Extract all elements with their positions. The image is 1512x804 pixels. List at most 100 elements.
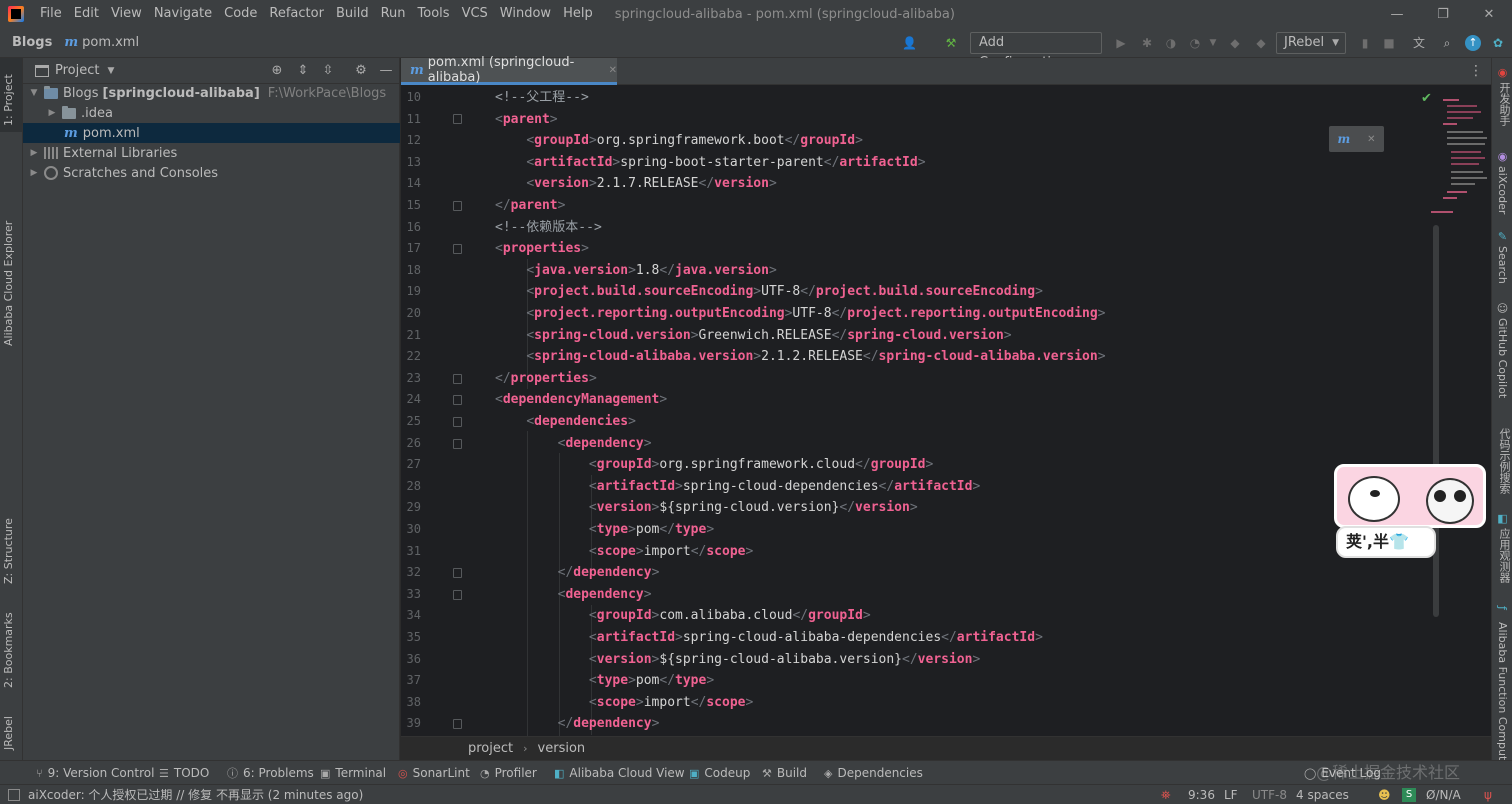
tree-item-blogs[interactable]: ▼ Blogs [springcloud-alibaba] F:\WorkPac…	[23, 83, 400, 103]
minimize-button[interactable]: —	[1374, 0, 1420, 28]
sync-status-icon[interactable]: S	[1402, 788, 1416, 802]
tool-tab-alibaba-cloud-explorer[interactable]: Alibaba Cloud Explorer	[2, 146, 15, 346]
tool-sonarlint[interactable]: ◎ SonarLint	[398, 761, 470, 785]
menu-edit[interactable]: Edit	[68, 0, 105, 28]
maven-reload-icon[interactable]: m	[1337, 132, 1350, 146]
tree-item-pom-xml[interactable]: m pom.xml	[23, 123, 400, 143]
tree-item-scratches[interactable]: ▶ Scratches and Consoles	[23, 163, 400, 183]
chevron-down-icon[interactable]: ▼	[1206, 36, 1220, 50]
intellij-logo-icon[interactable]	[8, 6, 24, 22]
maven-reload-popup[interactable]: m ✕	[1329, 126, 1384, 152]
code-minimap[interactable]	[1431, 95, 1489, 215]
debug-icon[interactable]: ✱	[1140, 36, 1154, 50]
menu-run[interactable]: Run	[375, 0, 412, 28]
tool-build[interactable]: ⚒ Build	[762, 761, 807, 785]
tool-tab-alibaba-function-compute[interactable]: Alibaba Function Compute	[1496, 622, 1509, 767]
chevron-right-icon[interactable]: ▶	[46, 108, 58, 118]
hide-panel-icon[interactable]: —	[378, 63, 394, 79]
menu-code[interactable]: Code	[218, 0, 263, 28]
menu-view[interactable]: View	[105, 0, 148, 28]
menu-help[interactable]: Help	[557, 0, 599, 28]
inspection-ok-icon[interactable]: ✔	[1421, 91, 1432, 106]
jrebel-run-icon[interactable]: ◆	[1228, 36, 1242, 50]
translate-icon[interactable]: 文	[1412, 36, 1426, 50]
run-icon[interactable]: ▶	[1114, 36, 1128, 50]
tool-tab-bookmarks[interactable]: 2: Bookmarks	[2, 598, 15, 688]
menu-build[interactable]: Build	[330, 0, 375, 28]
stop-all-icon[interactable]: ■	[1382, 36, 1396, 50]
close-popup-icon[interactable]: ✕	[1367, 134, 1375, 145]
tool-terminal[interactable]: ▣ Terminal	[320, 761, 386, 785]
tool-tab-code-sample-search[interactable]: 代码示例搜索	[1496, 428, 1512, 494]
fold-marker-icon[interactable]	[453, 590, 462, 600]
jrebel-selector[interactable]: JRebel ▼	[1276, 32, 1346, 54]
coverage-icon[interactable]: ◑	[1164, 36, 1178, 50]
fold-marker-icon[interactable]	[453, 114, 462, 124]
breadcrumb-file[interactable]: pom.xml	[82, 35, 139, 50]
fold-marker-icon[interactable]	[453, 374, 462, 384]
tool-codeup[interactable]: ▣ Codeup	[689, 761, 750, 785]
tool-tab-github-copilot[interactable]: GitHub Copilot	[1496, 318, 1509, 398]
breadcrumb-project[interactable]: Blogs	[12, 35, 52, 50]
collapse-all-icon[interactable]: ⇳	[320, 63, 336, 79]
close-tab-icon[interactable]: ✕	[609, 65, 617, 76]
chevron-down-icon[interactable]: ▼	[28, 88, 40, 98]
file-encoding[interactable]: UTF-8	[1252, 785, 1287, 804]
update-icon[interactable]: ↑	[1465, 35, 1481, 51]
tool-profiler[interactable]: ◔ Profiler	[480, 761, 537, 785]
tree-item-idea[interactable]: ▶ .idea	[23, 103, 400, 123]
readonly-status[interactable]: Ø/N/A	[1426, 785, 1461, 804]
tab-pom-xml[interactable]: m pom.xml (springcloud-alibaba) ✕	[401, 55, 617, 85]
code-editor[interactable]: 10 <!--父工程--> 11 <parent> 12 <groupId>or…	[401, 85, 1491, 736]
indent-setting[interactable]: 4 spaces	[1296, 785, 1349, 804]
more-vertical-icon[interactable]: ⋮	[1469, 63, 1483, 79]
menu-file[interactable]: File	[34, 0, 68, 28]
stop-icon[interactable]: ▮	[1358, 36, 1372, 50]
chevron-right-icon[interactable]: ▶	[28, 168, 40, 178]
cursor-position[interactable]: 9:36	[1188, 785, 1215, 804]
fold-marker-icon[interactable]	[453, 395, 462, 405]
close-window-button[interactable]: ✕	[1466, 0, 1512, 28]
tool-tab-search[interactable]: Search	[1496, 246, 1509, 284]
tool-dependencies[interactable]: ◈ Dependencies	[824, 761, 923, 785]
tool-problems[interactable]: ⓘ 6: Problems	[227, 761, 314, 785]
alibaba-cloud-icon[interactable]: ✿	[1491, 36, 1505, 50]
menu-tools[interactable]: Tools	[412, 0, 456, 28]
tool-todo[interactable]: ☰ TODO	[159, 761, 209, 785]
memory-icon[interactable]: ⛯	[1161, 785, 1171, 804]
breadcrumb-xml-project[interactable]: project	[468, 741, 513, 756]
menu-refactor[interactable]: Refactor	[263, 0, 330, 28]
chevron-right-icon[interactable]: ▶	[28, 148, 40, 158]
build-hammer-icon[interactable]: ⚒	[944, 36, 958, 50]
tool-tab-jrebel[interactable]: JRebel	[2, 700, 15, 750]
tool-tab-dev-assistant[interactable]: 开发助手	[1496, 82, 1512, 126]
tool-tab-app-observer[interactable]: 应用观测器	[1496, 528, 1512, 583]
fold-marker-icon[interactable]	[453, 719, 462, 729]
fold-marker-icon[interactable]	[453, 417, 462, 427]
copilot-status-icon[interactable]: ☻	[1378, 785, 1391, 804]
status-panel-icon[interactable]	[8, 788, 20, 801]
menu-vcs[interactable]: VCS	[456, 0, 494, 28]
chevron-down-icon[interactable]: ▼	[107, 66, 114, 76]
project-panel-title[interactable]: Project	[55, 63, 99, 78]
expand-all-icon[interactable]: ⇕	[295, 63, 311, 79]
fold-marker-icon[interactable]	[453, 568, 462, 578]
status-message[interactable]: aiXcoder: 个人授权已过期 // 修复 不再显示 (2 minutes …	[28, 786, 363, 803]
fold-marker-icon[interactable]	[453, 439, 462, 449]
tool-alibaba-cloud-view[interactable]: ◧ Alibaba Cloud View	[554, 761, 685, 785]
menu-navigate[interactable]: Navigate	[148, 0, 218, 28]
breadcrumb-xml-version[interactable]: version	[538, 741, 586, 756]
run-configuration-selector[interactable]: Add Configuration...	[970, 32, 1102, 70]
tool-version-control[interactable]: ⑂ 9: Version Control	[36, 761, 154, 785]
search-icon[interactable]: ⌕	[1440, 36, 1454, 50]
profile-icon[interactable]: ◔	[1188, 36, 1202, 50]
tool-tab-structure[interactable]: Z: Structure	[2, 504, 15, 584]
fold-marker-icon[interactable]	[453, 201, 462, 211]
fold-marker-icon[interactable]	[453, 244, 462, 254]
tree-item-external-libraries[interactable]: ▶ External Libraries	[23, 143, 400, 163]
user-icon[interactable]: 👤	[902, 36, 917, 50]
jrebel-debug-icon[interactable]: ◆	[1254, 36, 1268, 50]
gear-icon[interactable]: ⚙	[353, 63, 369, 79]
line-separator[interactable]: LF	[1224, 785, 1238, 804]
notification-icon[interactable]: ψ	[1484, 785, 1492, 804]
